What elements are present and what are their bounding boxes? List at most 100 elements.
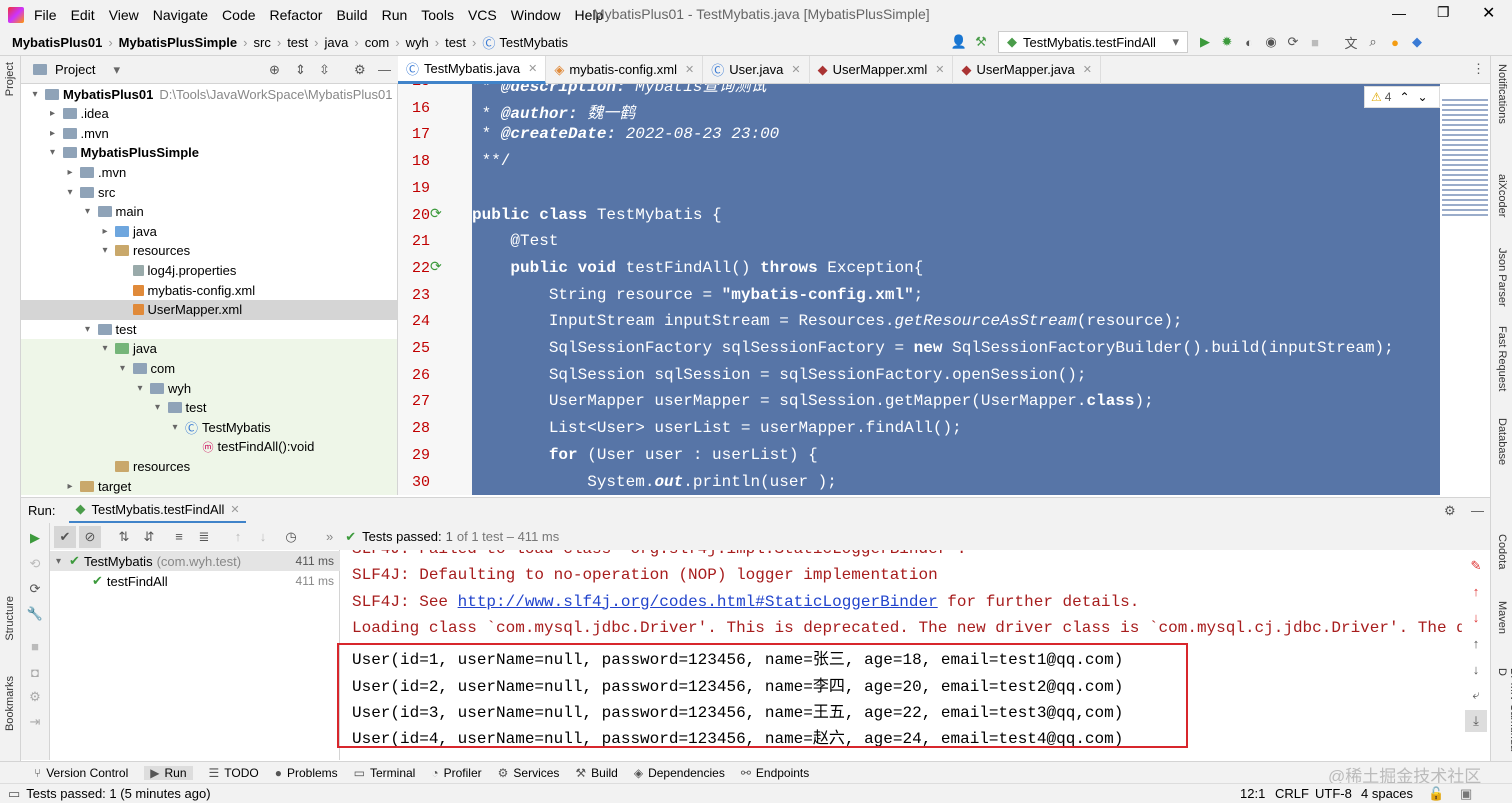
code-line[interactable]: SqlSession sqlSession = sqlSessionFactor… [472,366,1087,384]
code-line[interactable]: @Test [472,232,558,250]
inspection-widget[interactable]: ⚠ 4 ⌃ ⌄ [1364,86,1440,108]
line-separator[interactable]: CRLF [1275,786,1309,801]
breadcrumb-item[interactable]: TestMybatis [499,35,568,50]
next-highlight-icon[interactable]: ⌄ [1418,90,1428,104]
update-icon[interactable]: ● [1384,31,1406,53]
soft-wrap-icon[interactable]: ⤶ [1465,684,1487,706]
right-strip-tab[interactable]: Codota [1496,534,1508,569]
breadcrumb-item[interactable]: test [445,35,466,50]
breadcrumb-item[interactable]: com [365,35,390,50]
chevron-down-icon[interactable]: ▾ [64,187,76,198]
tool-window-services[interactable]: ⚙ Services [498,766,560,780]
menu-item-refactor[interactable]: Refactor [270,7,323,23]
more-icon[interactable]: » [326,529,333,544]
collapse-all-icon[interactable]: ≣ [193,526,215,548]
search-icon[interactable]: ⌕ [1362,31,1384,53]
editor-tab[interactable]: ◆ UserMapper.java ✕ [953,55,1101,84]
tool-window-profiler[interactable]: ◔ Profiler [431,766,481,780]
status-message[interactable]: Tests passed: 1 (5 minutes ago) [26,786,210,801]
tool-window-build[interactable]: ⚒ Build [575,766,617,780]
project-tree-item[interactable]: mybatis-config.xml [21,280,397,300]
chevron-down-icon[interactable]: ▾ [169,422,181,433]
menu-item-build[interactable]: Build [336,7,367,23]
run-test-gutter-icon[interactable]: ⟳ [430,258,442,275]
project-tree-item[interactable]: ▸ target [21,476,397,495]
code-editor[interactable]: ⚠ 4 ⌃ ⌄ * @description: Mybatis查询测试 * @a… [472,84,1440,495]
code-line[interactable]: * @createDate: 2022-08-23 23:00 [472,125,780,143]
code-line[interactable]: System.out.println(user ); [472,473,837,491]
chevron-down-icon[interactable]: ▾ [56,556,61,567]
chevron-right-icon[interactable]: ▸ [47,108,59,119]
translate-icon[interactable]: 文 [1340,31,1362,53]
tool-window-problems[interactable]: ● Problems [275,766,338,780]
scroll-down-icon[interactable]: ↓ [1465,658,1487,680]
toggle-auto-test-icon[interactable]: ⟳ [24,578,46,600]
tool-window-run[interactable]: ▶ Run [144,765,193,780]
menu-item-vcs[interactable]: VCS [468,7,497,23]
code-line[interactable]: List<User> userList = userMapper.findAll… [472,419,962,437]
right-strip-tab[interactable]: Maven [1496,601,1508,634]
down-arrow-icon[interactable]: ↓ [1465,606,1487,628]
editor-tab[interactable]: ◈ mybatis-config.xml ✕ [546,55,704,84]
plugin-icon[interactable]: ◆ [1406,31,1428,53]
previous-highlight-icon[interactable]: ⌃ [1399,90,1409,104]
project-tree-item[interactable]: ▾ test [21,397,397,418]
project-tree-item[interactable]: ▾ java [21,338,397,359]
structure-strip-tab[interactable]: Structure [4,596,16,641]
lock-icon[interactable]: 🔓 [1428,786,1444,802]
test-case-row[interactable]: ✔ testFindAll 411 ms [50,571,340,591]
project-tree-item[interactable]: ▸ .idea [21,104,397,124]
show-passed-icon[interactable]: ✔ [54,525,76,548]
right-strip-tab[interactable]: aiXcoder [1496,174,1508,217]
close-tab-icon[interactable]: ✕ [1083,63,1092,76]
wrench-icon[interactable]: 🔧 [24,603,46,625]
breadcrumb-item[interactable]: java [325,35,349,50]
collapse-all-icon[interactable]: ⇳ [319,62,330,78]
project-tree-item[interactable]: ▾ resources [21,241,397,261]
project-tree-item[interactable]: ▸ java [21,221,397,241]
project-tree-item[interactable]: ▾ MybatisPlusSimple [21,143,397,163]
right-strip-tab[interactable]: BPMN-Camunda-D [1496,668,1512,761]
chevron-right-icon[interactable]: ▸ [64,481,76,492]
next-test-icon[interactable]: ↓ [252,526,274,548]
project-tree-item[interactable]: ▸ .mvn [21,123,397,143]
project-tree-item[interactable]: log4j.properties [21,260,397,280]
project-tree-item[interactable]: ▾ MybatisPlus01 D:\Tools\JavaWorkSpace\Myb… [21,84,397,104]
chevron-down-icon[interactable]: ▾ [134,383,146,394]
editor-tab[interactable]: Ⓒ User.java ✕ [703,55,810,84]
chevron-down-icon[interactable]: ▾ [82,324,94,335]
breadcrumb-item[interactable]: MybatisPlus01 [12,35,102,50]
clear-icon[interactable]: ✎ [1465,555,1487,577]
sort-duration-icon[interactable]: ⇵ [138,526,160,548]
project-tree-item[interactable]: ▸ .mvn [21,162,397,182]
menu-item-edit[interactable]: Edit [71,7,95,23]
project-tree-item[interactable]: ▾ test [21,319,397,339]
console-link[interactable]: http://www.slf4j.org/codes.html#StaticLo… [458,593,938,611]
settings-icon[interactable]: ⚙ [24,686,46,708]
rerun-icon[interactable]: ▶ [24,527,46,549]
history-icon[interactable]: ◷ [280,526,302,548]
editor-tab[interactable]: Ⓒ TestMybatis.java ✕ [398,55,547,84]
expand-all-icon[interactable]: ⇕ [295,62,306,78]
menu-item-run[interactable]: Run [382,7,408,23]
previous-test-icon[interactable]: ↑ [227,526,249,548]
code-line[interactable]: public class TestMybatis { [472,206,722,224]
chevron-right-icon[interactable]: ▸ [47,128,59,139]
user-icon[interactable]: 👤 [948,31,970,53]
run-config-select[interactable]: ◆ TestMybatis.testFindAll ▾ [998,31,1188,53]
editor-tab[interactable]: ◆ UserMapper.xml ✕ [810,55,954,84]
close-tab-icon[interactable]: ✕ [791,63,800,76]
code-line[interactable]: * @author: 魏一鹤 [472,99,636,123]
menu-item-file[interactable]: File [34,7,57,23]
chevron-down-icon[interactable]: ▾ [29,89,41,100]
tool-window-todo[interactable]: ☰ TODO [209,766,259,780]
close-window-button[interactable]: ✕ [1482,3,1495,23]
code-line[interactable]: public void testFindAll() throws Excepti… [472,259,923,277]
window-icon[interactable]: ▭ [8,786,20,802]
code-line[interactable]: SqlSessionFactory sqlSessionFactory = ne… [472,339,1394,357]
exit-icon[interactable]: ⇥ [24,711,46,733]
code-line[interactable]: UserMapper userMapper = sqlSession.getMa… [472,392,1154,410]
locate-icon[interactable]: ⊕ [269,62,280,78]
debug-icon[interactable]: ✹ [1216,31,1238,53]
maximize-button[interactable]: ❐ [1437,4,1450,21]
